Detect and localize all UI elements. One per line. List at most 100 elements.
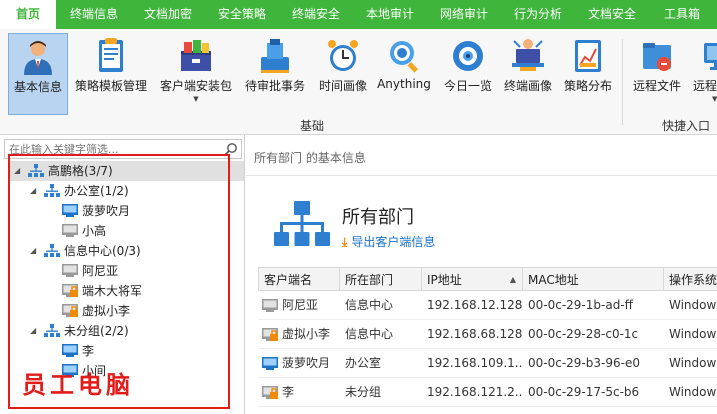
cell-os: Windows (669, 385, 717, 399)
column-header-mac[interactable]: MAC地址 (523, 267, 664, 291)
install-package-icon (178, 37, 214, 75)
remote-desktop-icon (700, 37, 717, 75)
app-window: 首页 终端信息 文档加密 安全策略 终端安全 本地审计 网络审计 行为分析 文档… (0, 0, 717, 414)
tab-behavior-analysis[interactable]: 行为分析 (506, 0, 570, 29)
offline-computer-icon (262, 299, 278, 312)
locked-computer-icon (262, 386, 278, 399)
terminal-profile-icon (510, 37, 546, 75)
eye-icon (450, 37, 486, 75)
terminal-profile-button[interactable]: 终端画像 (500, 33, 556, 115)
tab-network-audit[interactable]: 网络审计 (432, 0, 496, 29)
today-overview-button[interactable]: 今日一览 (438, 33, 498, 115)
cell-department: 未分组 (345, 385, 382, 399)
tab-document-security[interactable]: 文档安全 (580, 0, 644, 29)
cell-client-name: 李 (258, 378, 340, 407)
breadcrumb: 所有部门 的基本信息 (254, 151, 366, 165)
online-computer-icon (262, 357, 278, 370)
org-chart-icon (274, 201, 330, 246)
department-info-panel: 所有部门 的基本信息 所有部门 ⤓ 导出客户端信息 客户端名 所在部门 IP地址 ▲… (246, 135, 717, 414)
client-name: 阿尼亚 (282, 298, 319, 312)
pending-approval-label: 待审批事务 (244, 79, 305, 93)
tab-document-encryption[interactable]: 文档加密 (136, 0, 200, 29)
export-link-label: 导出客户端信息 (351, 235, 436, 249)
cell-ip: 192.168.12.128 (427, 298, 523, 312)
table-row[interactable]: 菠萝吹月 办公室 192.168.109.1... 00-0c-29-b3-96… (258, 349, 717, 378)
tab-terminal-info[interactable]: 终端信息 (62, 0, 126, 29)
tab-toolbox[interactable]: 工具箱 (654, 0, 710, 29)
cell-client-name: 阿尼亚 (258, 291, 340, 320)
client-name: 菠萝吹月 (282, 356, 331, 370)
column-header-department[interactable]: 所在部门 (340, 267, 422, 291)
column-header-client-name[interactable]: 客户端名 (258, 267, 340, 291)
anything-search-button[interactable]: Anything (376, 33, 432, 115)
cell-os: Windows (669, 327, 717, 341)
ribbon-group-basic-label: 基础 (300, 119, 325, 133)
table-row[interactable]: 虚拟小李 信息中心 192.168.68.128 00-0c-29-28-c0-… (258, 320, 717, 349)
cell-os: Windows (669, 298, 717, 312)
basic-info-label: 基本信息 (13, 80, 62, 94)
column-header-ip-label: IP地址 (427, 273, 462, 287)
basic-info-button[interactable]: 基本信息 (8, 33, 68, 115)
policy-template-button[interactable]: 策略模板管理 (72, 33, 150, 115)
cell-ip: 192.168.68.128 (427, 327, 523, 341)
search-globe-icon (386, 37, 422, 75)
tab-security-policy[interactable]: 安全策略 (210, 0, 274, 29)
policy-template-icon (93, 37, 129, 75)
client-name: 李 (282, 385, 295, 399)
cell-ip: 192.168.121.2... (427, 385, 523, 399)
chevron-down-icon[interactable]: ▼ (156, 95, 236, 103)
today-overview-label: 今日一览 (443, 79, 492, 93)
approval-icon (257, 37, 293, 75)
ribbon-toolbar: 基本信息 策略模板管理 客户端安装包 ▼ 待审批事务 时间画像 Anything… (0, 29, 717, 135)
cell-client-name: 虚拟小李 (258, 320, 340, 349)
remote-file-icon (639, 37, 675, 75)
chevron-down-icon[interactable]: ▼ (712, 95, 717, 103)
install-package-button[interactable]: 客户端安装包 ▼ (156, 33, 236, 115)
policy-distribution-label: 策略分布 (563, 79, 612, 93)
terminal-profile-label: 终端画像 (503, 79, 552, 93)
locked-computer-icon (262, 328, 278, 341)
tab-local-audit[interactable]: 本地审计 (358, 0, 422, 29)
cell-mac: 00-0c-29-28-c0-1c (528, 327, 639, 341)
ribbon-group-shortcut-label: 快捷入口 (662, 119, 711, 133)
cell-os: Windows (669, 356, 717, 370)
cell-mac: 00-0c-29-b3-96-e0 (528, 356, 640, 370)
remote-file-label: 远程文件 (632, 79, 681, 93)
download-icon: ⤓ (342, 235, 348, 249)
table-row[interactable]: 阿尼亚 信息中心 192.168.12.128 00-0c-29-1b-ad-f… (258, 291, 717, 320)
cell-mac: 00-0c-29-1b-ad-ff (528, 298, 633, 312)
cell-department: 办公室 (345, 356, 382, 370)
page-title: 所有部门 (342, 207, 414, 228)
main-menu-bar: 首页 终端信息 文档加密 安全策略 终端安全 本地审计 网络审计 行为分析 文档… (0, 0, 717, 29)
cell-department: 信息中心 (345, 327, 394, 341)
client-name: 虚拟小李 (282, 327, 331, 341)
remote-desktop-button[interactable]: 远程 ▼ (690, 33, 717, 115)
install-package-label: 客户端安装包 (159, 79, 232, 93)
table-row[interactable]: 李 未分组 192.168.121.2... 00-0c-29-17-5c-b6… (258, 378, 717, 407)
cell-ip: 192.168.109.1... (427, 356, 523, 370)
time-profile-label: 时间画像 (318, 79, 367, 93)
annotation-caption: 员工电脑 (22, 370, 134, 399)
anything-search-label: Anything (377, 77, 431, 91)
ribbon-group-separator (622, 39, 623, 125)
cell-department: 信息中心 (345, 298, 394, 312)
remote-file-button[interactable]: 远程文件 (628, 33, 686, 115)
cell-mac: 00-0c-29-17-5c-b6 (528, 385, 640, 399)
chart-icon (570, 37, 606, 75)
column-header-os[interactable]: 操作系统 (664, 267, 717, 291)
alarm-clock-icon (325, 37, 361, 75)
tab-home[interactable]: 首页 (0, 0, 56, 29)
pending-approval-button[interactable]: 待审批事务 (242, 33, 308, 115)
policy-distribution-button[interactable]: 策略分布 (560, 33, 616, 115)
time-profile-button[interactable]: 时间画像 (314, 33, 372, 115)
column-header-ip[interactable]: IP地址 ▲ (422, 267, 523, 291)
tab-terminal-security[interactable]: 终端安全 (284, 0, 348, 29)
user-icon (20, 38, 56, 76)
cell-client-name: 菠萝吹月 (258, 349, 340, 378)
export-client-info-link[interactable]: ⤓ 导出客户端信息 (342, 233, 435, 250)
remote-desktop-label: 远程 (693, 79, 717, 93)
divider (246, 175, 717, 176)
sort-ascending-icon: ▲ (509, 275, 516, 284)
policy-template-label: 策略模板管理 (74, 79, 147, 93)
department-tree-panel: ◢ 高鹏格(3/7) ◢ 办公室(1/2) 菠萝吹月 小高 ◢ (0, 135, 245, 414)
